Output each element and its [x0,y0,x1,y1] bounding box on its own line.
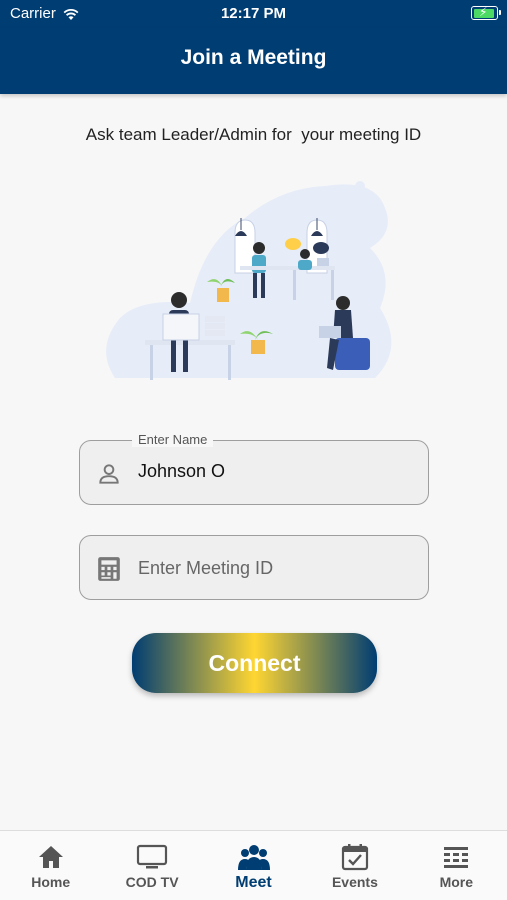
meeting-id-field[interactable] [79,535,429,600]
name-field-label: Enter Name [132,432,214,447]
person-icon [99,464,119,484]
tab-cod-tv[interactable]: COD TV [101,831,202,900]
tab-events[interactable]: Events [304,831,405,900]
tab-home-label: Home [31,874,71,890]
name-field-value[interactable]: Johnson O [138,461,225,482]
battery-icon: ⚡ [471,5,501,20]
home-icon [38,846,63,868]
instruction-text: Ask team Leader/Admin for your meeting I… [85,125,422,144]
nav-bar: Join a Meeting [0,28,507,94]
office-illustration [106,181,392,380]
page-title: Join a Meeting [180,46,327,69]
grid-icon [444,847,469,868]
tab-home[interactable]: Home [0,831,101,900]
tab-more[interactable]: More [406,831,507,900]
meeting-id-input[interactable] [138,553,408,583]
tab-meet-label: Meet [235,874,272,891]
calculator-icon [98,557,120,581]
tab-cod-tv-label: COD TV [125,874,179,890]
tv-icon [137,844,168,869]
calendar-check-icon [341,844,369,871]
clock: 12:17 PM [220,5,287,22]
tab-events-label: Events [331,874,378,890]
tab-meet[interactable]: Meet [203,831,304,900]
connect-button[interactable]: Connect [132,633,377,693]
status-bar: Carrier 12:17 PM ⚡ [0,0,507,28]
name-field[interactable]: Enter Name Johnson O [79,432,429,505]
tab-more-label: More [439,874,474,890]
people-icon [237,845,270,870]
tab-bar: Home COD TV Meet Events More [0,830,507,900]
